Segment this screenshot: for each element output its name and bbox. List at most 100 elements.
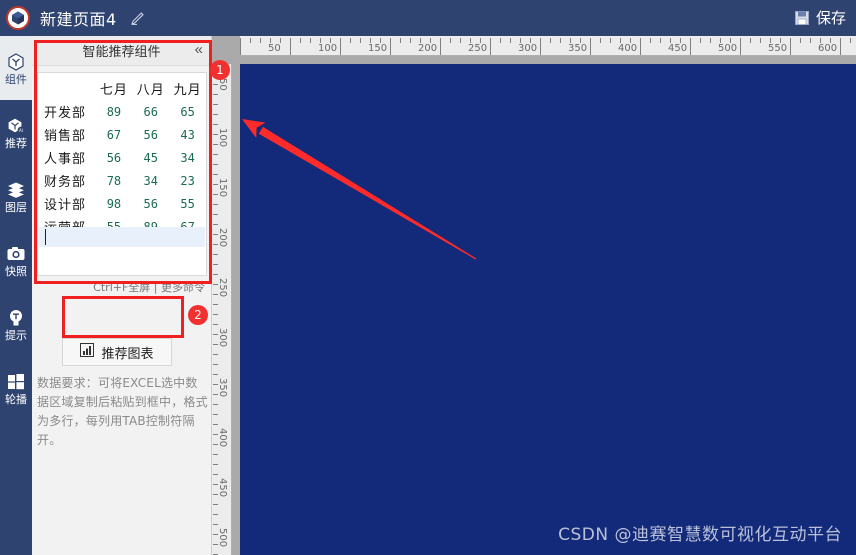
ruler-tick — [350, 38, 351, 43]
cell-value: 34 — [143, 173, 158, 188]
ruler-tick — [550, 38, 551, 43]
left-sidebar: 组件 AI 推荐 图层 快照 提示 轮播 — [0, 36, 32, 555]
design-canvas[interactable]: CSDN @迪赛智慧数可视化互动平台 — [240, 64, 856, 555]
ruler-tick — [460, 38, 461, 43]
cell-value: 98 — [106, 196, 122, 211]
ruler-tick-label: 500 — [718, 43, 738, 54]
pencil-icon[interactable] — [129, 9, 147, 27]
table-col-header: 八月 — [136, 83, 165, 98]
ruler-tick — [213, 204, 218, 205]
cell-value: 56 — [143, 127, 158, 142]
ruler-tick — [213, 304, 218, 305]
ruler-tick-label: 450 — [668, 43, 688, 54]
ruler-tick — [640, 38, 641, 55]
ruler-tick — [400, 38, 401, 43]
chevron-double-left-icon[interactable]: « — [195, 40, 203, 60]
ruler-tick — [213, 414, 218, 415]
sidebar-item-recommend[interactable]: AI 推荐 — [0, 100, 32, 164]
row-label: 财务部 — [44, 175, 87, 190]
ruler-tick — [213, 264, 218, 265]
annotation-badge-1: 1 — [210, 60, 230, 80]
ruler-tick — [213, 504, 218, 505]
horizontal-ruler[interactable]: 50 100 150 200 250 300 350 400 450 500 550 600 — [240, 36, 856, 56]
ruler-tick — [213, 314, 218, 315]
ruler-tick — [560, 38, 561, 43]
ruler-tick — [213, 114, 218, 115]
ruler-tick-label: 100 — [318, 43, 338, 54]
ruler-tick-label: 500 — [217, 528, 228, 548]
lightbulb-icon — [5, 307, 27, 329]
ruler-tick — [440, 38, 441, 55]
ruler-tick-label: 550 — [768, 43, 788, 54]
page-title: 新建页面4 — [40, 10, 117, 29]
ruler-tick — [710, 38, 711, 43]
ruler-tick — [213, 464, 218, 465]
sidebar-item-label: 提示 — [5, 328, 27, 342]
svg-text:AI: AI — [19, 128, 23, 133]
hotkey-hint: Ctrl+F全屏 | 更多命令 — [93, 281, 205, 294]
ruler-tick — [213, 514, 218, 515]
ruler-tick — [450, 38, 451, 43]
ruler-tick — [213, 254, 218, 255]
ruler-tick — [213, 454, 218, 455]
row-label: 开发部 — [44, 106, 87, 121]
ruler-tick — [600, 38, 601, 43]
title-bar: 新建页面4 保存 — [0, 0, 856, 36]
cell-value: 67 — [106, 127, 122, 142]
vertical-ruler[interactable]: 50 100 150 200 250 300 350 400 450 500 — [212, 64, 232, 555]
layers-icon — [5, 179, 27, 201]
ruler-tick — [650, 38, 651, 43]
cube-logo-icon — [6, 6, 30, 30]
ruler-tick — [213, 164, 218, 165]
ruler-tick — [213, 104, 218, 105]
ruler-tick-label: 250 — [468, 43, 488, 54]
recommend-chart-button[interactable]: 推荐图表 — [62, 338, 172, 366]
row-label: 人事部 — [44, 152, 87, 167]
ruler-tick — [213, 474, 218, 475]
cube-ai-recommend-icon: AI — [5, 115, 27, 137]
sidebar-item-components[interactable]: 组件 — [0, 36, 32, 100]
ruler-tick — [340, 38, 341, 55]
ruler-tick — [250, 38, 251, 43]
ruler-tick — [700, 38, 701, 43]
ruler-tick — [540, 38, 541, 55]
sidebar-item-snapshot[interactable]: 快照 — [0, 228, 32, 292]
table-row: 开发部 89 66 65 — [38, 100, 206, 123]
ruler-tick — [213, 224, 218, 225]
ruler-tick-label: 300 — [217, 328, 228, 348]
cell-value: 23 — [180, 173, 195, 188]
ruler-tick-label: 150 — [217, 178, 228, 198]
ruler-tick — [840, 38, 841, 55]
ruler-tick — [213, 524, 218, 525]
panel-header: 智能推荐组件 « — [32, 36, 211, 66]
sidebar-item-label: 快照 — [5, 264, 27, 278]
ruler-tick — [213, 364, 218, 365]
sidebar-item-label: 推荐 — [5, 136, 27, 150]
sidebar-item-layers[interactable]: 图层 — [0, 164, 32, 228]
cell-value: 34 — [180, 150, 195, 165]
sidebar-item-carousel[interactable]: 轮播 — [0, 356, 32, 420]
sidebar-item-tips[interactable]: 提示 — [0, 292, 32, 356]
recommend-chart-button-label: 推荐图表 — [101, 346, 154, 362]
ruler-tick — [213, 404, 218, 405]
cell-value: 89 — [106, 104, 122, 119]
ruler-tick — [213, 124, 218, 125]
ruler-tick — [213, 174, 218, 175]
ruler-tick — [290, 38, 291, 55]
ruler-tick — [810, 38, 811, 43]
camera-icon — [5, 243, 27, 265]
ruler-tick-label: 600 — [818, 43, 838, 54]
sidebar-item-label: 图层 — [5, 200, 27, 214]
ruler-tick-label: 50 — [268, 43, 281, 54]
save-button[interactable]: 保存 — [794, 7, 846, 28]
data-paste-textarea[interactable]: 七月 八月 九月 开发部 89 66 65 销售部 67 56 43 人事部 5… — [37, 72, 207, 276]
ruler-tick-label: 450 — [217, 478, 228, 498]
row-label: 设计部 — [44, 198, 87, 213]
cell-value: 66 — [143, 104, 158, 119]
table-row: 人事部 56 45 34 — [38, 146, 206, 169]
text-caret — [45, 229, 46, 245]
ruler-tick — [750, 38, 751, 43]
ruler-tick — [510, 38, 511, 43]
editing-line[interactable] — [39, 227, 205, 247]
cell-value: 56 — [106, 150, 122, 165]
